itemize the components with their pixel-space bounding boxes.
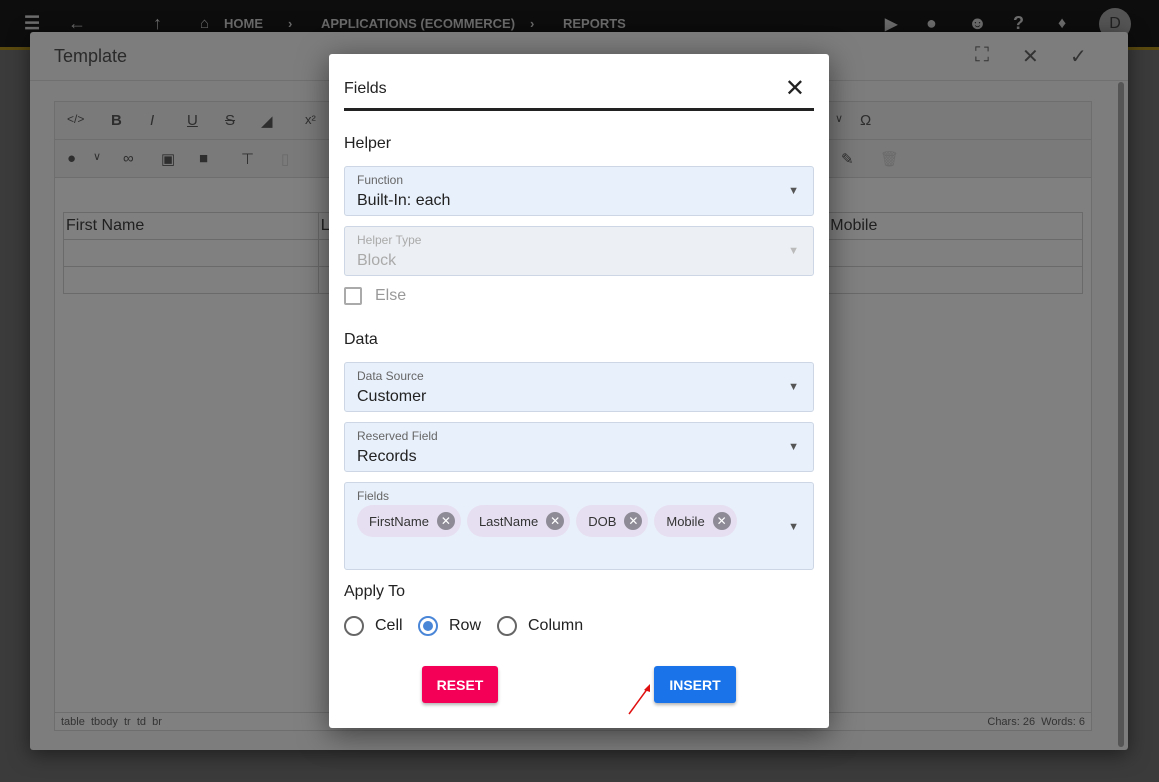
remove-chip-icon[interactable]: ✕: [546, 512, 565, 530]
scrollbar[interactable]: [1118, 82, 1124, 747]
chevron-down-icon[interactable]: ∨: [835, 112, 843, 125]
table-cell[interactable]: [827, 239, 1083, 267]
table-cell[interactable]: [827, 266, 1083, 294]
dialog-title: Fields: [344, 80, 387, 97]
field-label: Function: [357, 173, 404, 187]
close-icon[interactable]: ✕: [1022, 44, 1039, 69]
apply-to-heading: Apply To: [344, 583, 406, 600]
chip-lastname: LastName ✕: [466, 505, 571, 537]
radio-label: Row: [449, 617, 482, 634]
else-checkbox[interactable]: Else: [344, 287, 406, 305]
italic-icon[interactable]: I: [150, 112, 154, 129]
function-select[interactable]: Function Built-In: each ▼: [344, 166, 814, 216]
dropdown-arrow-icon: ▼: [788, 245, 799, 257]
menu-icon[interactable]: ☰: [24, 13, 40, 34]
remove-chip-icon[interactable]: ✕: [624, 512, 643, 530]
strikethrough-icon[interactable]: S: [225, 112, 235, 129]
radio-label: Column: [528, 617, 584, 634]
breadcrumb-home[interactable]: HOME: [224, 16, 263, 31]
fullscreen-icon[interactable]: ⛶: [975, 44, 989, 67]
delete-icon[interactable]: 🗑: [880, 150, 899, 168]
fields-dialog: Fields ✕ Helper Function Built-In: each …: [329, 54, 829, 728]
field-value: Built-In: each: [357, 192, 451, 209]
dropdown-arrow-icon: ▼: [788, 521, 799, 533]
chip-dob: DOB ✕: [576, 505, 649, 537]
play-icon[interactable]: ▶: [885, 14, 897, 34]
chip-label: DOB: [588, 513, 617, 529]
bell-icon[interactable]: ♦: [1058, 15, 1066, 33]
table-cell[interactable]: Mobile: [827, 212, 1083, 240]
bold-icon[interactable]: B: [111, 112, 122, 129]
code-view-icon[interactable]: </>: [67, 112, 84, 126]
superscript-icon[interactable]: x²: [305, 112, 316, 127]
table-cell[interactable]: [63, 266, 319, 294]
checkbox-icon[interactable]: [344, 287, 362, 305]
eraser-icon[interactable]: ◢: [261, 112, 273, 130]
dropdown-arrow-icon: ▼: [788, 381, 799, 393]
field-value: Records: [357, 448, 417, 465]
field-value: Block: [357, 252, 397, 269]
char-word-count: Chars: 26 Words: 6: [987, 716, 1085, 728]
back-icon[interactable]: ←: [68, 13, 86, 34]
table-cell[interactable]: First Name: [63, 212, 319, 240]
chevron-down-icon[interactable]: ∨: [93, 150, 101, 163]
run-icon[interactable]: ●: [926, 13, 937, 34]
template-title: Template: [54, 46, 128, 66]
link-icon[interactable]: ∞: [123, 150, 134, 167]
breadcrumb-sep: ›: [530, 16, 535, 31]
radio-cell[interactable]: Cell: [344, 616, 403, 636]
dropdown-arrow-icon: ▼: [788, 441, 799, 453]
annotation-arrow-icon: [628, 684, 650, 715]
divider: [344, 108, 814, 111]
chip-label: FirstName: [369, 513, 429, 529]
radio-column[interactable]: Column: [497, 616, 583, 636]
data-source-select[interactable]: Data Source Customer ▼: [344, 362, 814, 412]
home-icon: ⌂: [200, 15, 210, 32]
reset-button[interactable]: RESET: [422, 666, 498, 703]
chip-list: FirstName ✕ LastName ✕ DOB ✕ Mobile ✕: [357, 505, 743, 537]
special-char-icon[interactable]: Ω: [860, 112, 871, 129]
data-heading: Data: [344, 331, 378, 348]
radio-icon[interactable]: [344, 616, 364, 636]
radio-label: Cell: [375, 617, 403, 634]
chip-firstname: FirstName ✕: [357, 505, 461, 537]
image-icon[interactable]: ▣: [161, 150, 175, 168]
insert-button[interactable]: INSERT: [654, 666, 736, 703]
fields-multiselect[interactable]: Fields FirstName ✕ LastName ✕ DOB ✕ Mobile ✕…: [344, 482, 814, 570]
field-value: Customer: [357, 388, 427, 405]
check-icon[interactable]: ✓: [1070, 44, 1087, 69]
format-painter-icon[interactable]: ⊤: [241, 150, 254, 168]
field-label: Reserved Field: [357, 429, 438, 443]
radio-row[interactable]: Row: [418, 616, 481, 636]
chip-label: Mobile: [666, 513, 705, 529]
up-icon[interactable]: ↑: [153, 13, 162, 34]
close-icon[interactable]: ✕: [785, 74, 805, 103]
element-path: table tbody tr td br: [61, 716, 162, 728]
table-cell[interactable]: [63, 239, 319, 267]
else-label: Else: [375, 287, 407, 304]
field-label: Fields: [357, 489, 390, 503]
color-icon[interactable]: ●: [67, 150, 76, 167]
breadcrumb-reports[interactable]: REPORTS: [563, 16, 626, 31]
copy-icon[interactable]: ▯: [281, 150, 289, 168]
robot-icon[interactable]: ☻: [968, 13, 987, 34]
edit-icon[interactable]: ✎: [841, 150, 854, 168]
video-icon[interactable]: ■: [199, 150, 208, 167]
breadcrumb-applications[interactable]: APPLICATIONS (ECOMMERCE): [321, 16, 515, 31]
field-label: Helper Type: [357, 233, 422, 247]
radio-selected-icon[interactable]: [418, 616, 438, 636]
field-label: Data Source: [357, 369, 424, 383]
helper-type-select: Helper Type Block ▼: [344, 226, 814, 276]
dropdown-arrow-icon: ▼: [788, 185, 799, 197]
reserved-field-select[interactable]: Reserved Field Records ▼: [344, 422, 814, 472]
radio-icon[interactable]: [497, 616, 517, 636]
helper-heading: Helper: [344, 135, 392, 152]
underline-icon[interactable]: U: [187, 112, 198, 129]
breadcrumb-sep: ›: [288, 16, 293, 31]
remove-chip-icon[interactable]: ✕: [712, 512, 731, 530]
chip-mobile: Mobile ✕: [654, 505, 737, 537]
chip-label: LastName: [478, 513, 539, 529]
remove-chip-icon[interactable]: ✕: [436, 512, 455, 530]
help-icon[interactable]: ?: [1013, 13, 1024, 34]
